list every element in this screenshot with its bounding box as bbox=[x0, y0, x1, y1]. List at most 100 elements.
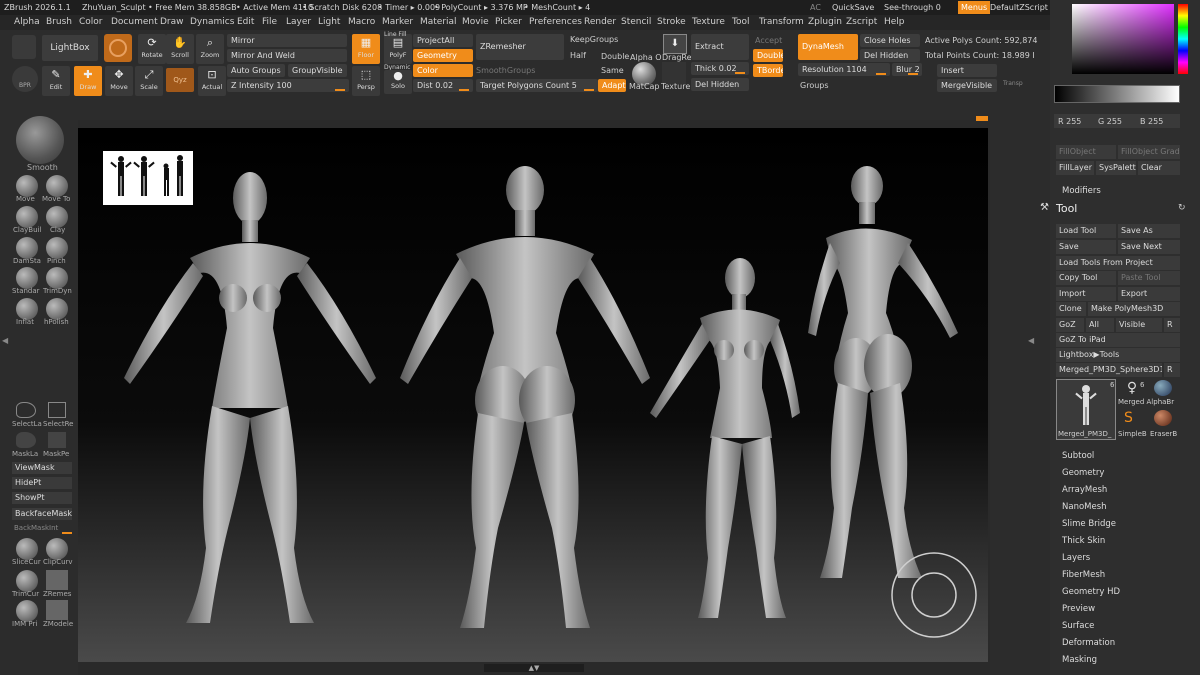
current-brush-icon[interactable] bbox=[16, 116, 64, 164]
actual-button[interactable]: ⊡ Actual bbox=[198, 66, 226, 96]
menu-dynamics[interactable]: Dynamics bbox=[190, 15, 234, 30]
goz-to-ipad-button[interactable]: GoZ To iPad bbox=[1056, 333, 1180, 347]
subpalette-thick-skin[interactable]: Thick Skin bbox=[1062, 536, 1105, 546]
draw-button[interactable]: ✚ Draw bbox=[74, 66, 102, 96]
merged-tool-figure-icon[interactable]: ♀ bbox=[1124, 380, 1140, 400]
menu-movie[interactable]: Movie bbox=[462, 15, 489, 30]
spotlight-icon[interactable] bbox=[104, 34, 132, 62]
goz-r-button[interactable]: R bbox=[1164, 318, 1180, 332]
alpha-brush-tool-icon[interactable] bbox=[1154, 380, 1172, 396]
menu-render[interactable]: Render bbox=[584, 15, 616, 30]
tborder-toggle[interactable]: TBorde bbox=[753, 64, 783, 77]
persp-button[interactable]: ⬚ Persp bbox=[352, 66, 380, 96]
scale-button[interactable]: ⤢ Scale bbox=[135, 66, 163, 96]
hue-slider[interactable] bbox=[1178, 4, 1188, 74]
green-slider[interactable]: G 255 bbox=[1098, 117, 1122, 126]
menu-stroke[interactable]: Stroke bbox=[657, 15, 686, 30]
brush-hpolish-icon[interactable] bbox=[46, 298, 68, 320]
menu-marker[interactable]: Marker bbox=[382, 15, 413, 30]
menu-light[interactable]: Light bbox=[318, 15, 340, 30]
zremesher-guides-icon[interactable] bbox=[46, 570, 68, 590]
mask-pen-icon[interactable] bbox=[48, 432, 66, 448]
edit-button[interactable]: ✎ Edit bbox=[42, 66, 70, 96]
brush-move-to-icon[interactable] bbox=[46, 175, 68, 197]
goz-button[interactable]: GoZ bbox=[1056, 318, 1084, 332]
half-button[interactable]: Half bbox=[570, 51, 586, 60]
quicksave-button[interactable]: QuickSave bbox=[832, 0, 874, 15]
hide-pt-button[interactable]: HidePt bbox=[12, 477, 72, 489]
menu-macro[interactable]: Macro bbox=[348, 15, 375, 30]
slice-curve-icon[interactable] bbox=[16, 538, 38, 560]
alpha-icon[interactable]: ⬇ bbox=[663, 34, 687, 54]
current-tool-slider[interactable]: Merged_PM3D_Sphere3D1_ bbox=[1056, 363, 1162, 377]
make-polymesh3d-button[interactable]: Make PolyMesh3D bbox=[1088, 302, 1180, 316]
zoom-button[interactable]: ⌕ Zoom bbox=[196, 34, 224, 64]
resolution-slider[interactable]: Resolution 1104 bbox=[798, 63, 890, 76]
smooth-groups-label[interactable]: SmoothGroups bbox=[476, 66, 535, 75]
same-button[interactable]: Same bbox=[601, 66, 624, 75]
blue-slider[interactable]: B 255 bbox=[1140, 117, 1163, 126]
menu-draw[interactable]: Draw bbox=[160, 15, 184, 30]
save-next-button[interactable]: Save Next bbox=[1118, 240, 1180, 254]
backmask-int-slider[interactable]: BackMaskInt bbox=[14, 524, 58, 532]
fill-layer-button[interactable]: FillLayer bbox=[1056, 161, 1094, 175]
eraser-brush-tool-icon[interactable] bbox=[1154, 410, 1172, 426]
menus-toggle[interactable]: Menus bbox=[958, 1, 991, 14]
load-tools-from-project-button[interactable]: Load Tools From Project bbox=[1056, 256, 1180, 270]
color-picker-square[interactable] bbox=[1072, 4, 1174, 74]
modifiers-subpalette[interactable]: Modifiers bbox=[1062, 186, 1101, 196]
view-mask-button[interactable]: ViewMask bbox=[12, 462, 72, 474]
subpalette-nanomesh[interactable]: NanoMesh bbox=[1062, 502, 1107, 512]
menu-brush[interactable]: Brush bbox=[46, 15, 72, 30]
groups-toggle[interactable]: Groups bbox=[800, 81, 829, 90]
transp-button[interactable]: Transp bbox=[1003, 80, 1023, 87]
import-button[interactable]: Import bbox=[1056, 287, 1116, 301]
target-polygons-slider[interactable]: Target Polygons Count 5 bbox=[476, 79, 598, 92]
zmodeler-icon[interactable] bbox=[46, 600, 68, 620]
brush-claybuildup-icon[interactable] bbox=[16, 206, 38, 228]
brush-trimdynamic-icon[interactable] bbox=[46, 267, 68, 289]
menu-zplugin[interactable]: Zplugin bbox=[808, 15, 842, 30]
load-tool-button[interactable]: Load Tool bbox=[1056, 224, 1116, 238]
accept-button[interactable]: Accept bbox=[755, 36, 782, 45]
move-button[interactable]: ✥ Move bbox=[105, 66, 133, 96]
texture-button[interactable]: Texture bbox=[661, 82, 690, 91]
brush-clay-icon[interactable] bbox=[46, 206, 68, 228]
menu-tool[interactable]: Tool bbox=[732, 15, 749, 30]
insert-button[interactable]: Insert bbox=[937, 64, 997, 77]
mirror-button[interactable]: Mirror bbox=[227, 34, 347, 47]
brush-inflate-icon[interactable] bbox=[16, 298, 38, 320]
trim-curve-icon[interactable] bbox=[16, 570, 38, 592]
texture-swatch[interactable] bbox=[662, 62, 686, 84]
select-rect-icon[interactable] bbox=[48, 402, 66, 418]
menu-color[interactable]: Color bbox=[79, 15, 103, 30]
solo-button[interactable]: ● Solo bbox=[384, 70, 412, 94]
blur-slider[interactable]: Blur 2 bbox=[892, 63, 922, 76]
export-button[interactable]: Export bbox=[1118, 287, 1180, 301]
tool-palette-title[interactable]: Tool bbox=[1056, 202, 1077, 215]
scroll-button[interactable]: ✋ Scroll bbox=[166, 34, 194, 64]
save-button[interactable]: Save bbox=[1056, 240, 1116, 254]
default-zscript[interactable]: DefaultZScript bbox=[990, 0, 1048, 15]
imm-primitives-icon[interactable] bbox=[16, 600, 38, 622]
menu-file[interactable]: File bbox=[262, 15, 277, 30]
dynamesh-button[interactable]: DynaMesh bbox=[798, 34, 858, 60]
bpr-button[interactable]: BPR bbox=[12, 66, 38, 92]
paste-tool-button[interactable]: Paste Tool bbox=[1118, 271, 1180, 285]
del-hidden-button-2[interactable]: Del Hidden bbox=[860, 49, 920, 62]
menu-texture[interactable]: Texture bbox=[692, 15, 725, 30]
sys-palette-button[interactable]: SysPalette bbox=[1096, 161, 1136, 175]
mask-lasso-icon[interactable] bbox=[16, 432, 36, 448]
rotate-button[interactable]: ⟳ Rotate bbox=[138, 34, 166, 64]
subpalette-fibermesh[interactable]: FiberMesh bbox=[1062, 570, 1105, 580]
subpalette-deformation[interactable]: Deformation bbox=[1062, 638, 1115, 648]
lightbox-tools-button[interactable]: Lightbox▶Tools bbox=[1056, 348, 1180, 362]
clear-button[interactable]: Clear bbox=[1138, 161, 1180, 175]
dist-slider[interactable]: Dist 0.02 bbox=[413, 79, 473, 92]
subpalette-masking[interactable]: Masking bbox=[1062, 655, 1097, 665]
canvas-resize-handle[interactable] bbox=[976, 116, 988, 121]
group-visible-button[interactable]: GroupVisible bbox=[288, 64, 347, 77]
navigation-gizmo-inner[interactable] bbox=[911, 572, 957, 618]
navigation-gizmo-outer[interactable] bbox=[891, 552, 977, 638]
menu-document[interactable]: Document bbox=[111, 15, 158, 30]
